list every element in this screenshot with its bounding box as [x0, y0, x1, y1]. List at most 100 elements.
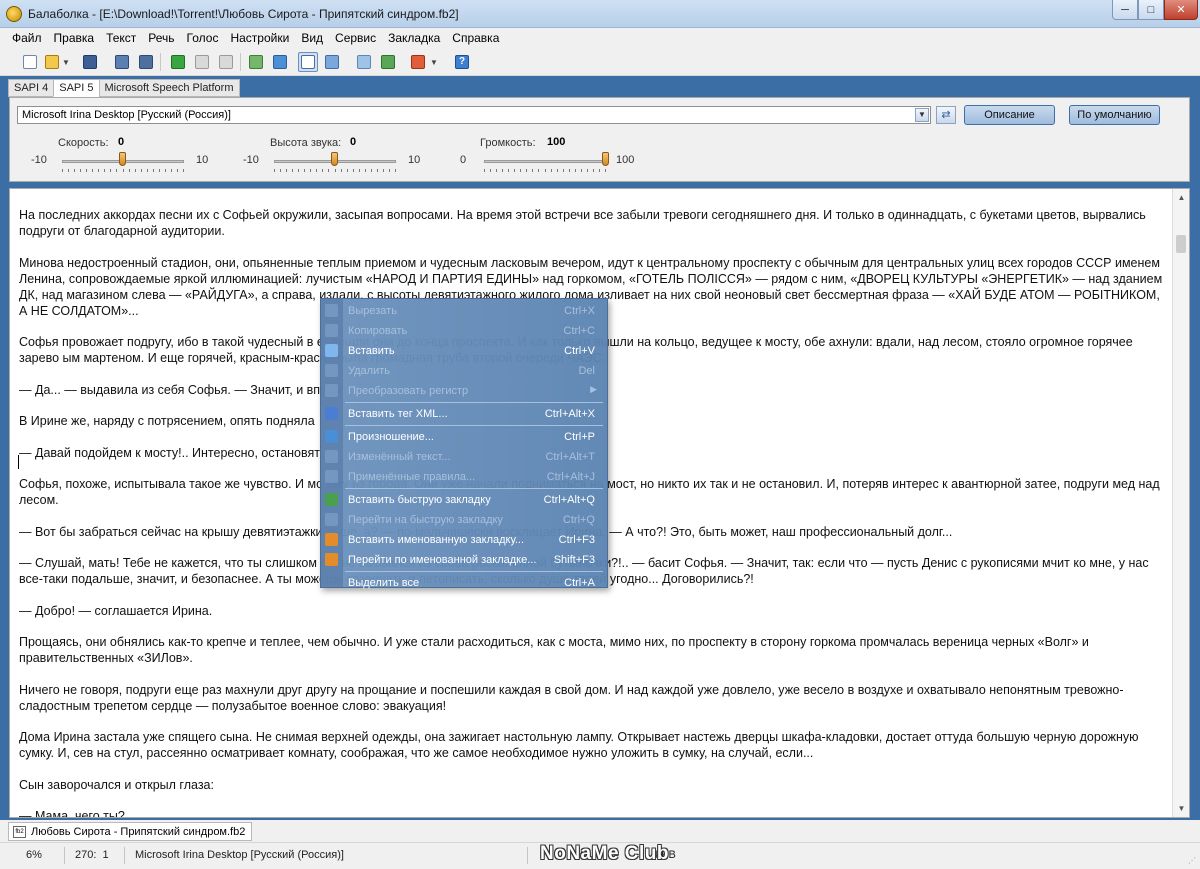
pitch-thumb[interactable] [331, 152, 338, 166]
text-view-icon[interactable] [298, 52, 318, 72]
xml-tag-icon [325, 407, 338, 420]
slider-tick [340, 169, 342, 172]
menu-settings[interactable]: Настройки [224, 28, 295, 48]
text-cursor [18, 455, 19, 469]
clipboard-speak-icon[interactable] [270, 52, 290, 72]
context-menu-item[interactable]: Произношение... Ctrl+P [321, 427, 607, 447]
slider-tick [310, 169, 312, 172]
vertical-scrollbar[interactable]: ▲ ▼ [1172, 189, 1189, 817]
save-mp3-icon[interactable] [136, 52, 156, 72]
slider-tick [170, 169, 172, 172]
tab-sapi4[interactable]: SAPI 4 [8, 79, 55, 97]
context-menu-item[interactable]: Вставить быструю закладку Ctrl+Alt+Q [321, 490, 607, 510]
volume-thumb[interactable] [602, 152, 609, 166]
describe-button[interactable]: Описание [964, 105, 1055, 125]
menu-bookmark[interactable]: Закладка [382, 28, 446, 48]
menu-text[interactable]: Текст [100, 28, 142, 48]
bookmark-icon[interactable] [378, 52, 398, 72]
tab-sapi5[interactable]: SAPI 5 [53, 79, 100, 97]
context-menu-separator [345, 425, 603, 426]
dropdown-arrow-icon[interactable]: ▼ [60, 52, 72, 72]
menu-view[interactable]: Вид [295, 28, 329, 48]
menu-voice[interactable]: Голос [181, 28, 225, 48]
context-menu-label: Вставить тег XML... [348, 408, 448, 420]
paragraph: — Добро! — соглашается Ирина. [19, 603, 213, 618]
paragraph: Прощаясь, они обнялись как-то крепче и т… [19, 635, 1089, 665]
default-button[interactable]: По умолчанию [1069, 105, 1160, 125]
volume-track[interactable] [484, 160, 606, 163]
menu-tools[interactable]: Сервис [329, 28, 382, 48]
close-button[interactable]: ✕ [1164, 0, 1198, 20]
save-icon[interactable] [80, 52, 100, 72]
document-tab[interactable]: fb2 Любовь Сирота - Припятский синдром.f… [8, 822, 253, 841]
resize-grip-icon[interactable]: ⋰ [1188, 856, 1196, 865]
voice-select[interactable]: Microsoft Irina Desktop [Русский (Россия… [17, 106, 931, 124]
stop-icon[interactable] [216, 52, 236, 72]
volume-value: 100 [547, 136, 566, 148]
context-menu-item[interactable]: Применённые правила... Ctrl+Alt+J [321, 467, 607, 487]
pause-icon[interactable] [192, 52, 212, 72]
paragraph: Сын заворочался и открыл глаза: [19, 777, 214, 792]
slider-tick [280, 169, 282, 172]
context-menu-label: Изменённый текст... [348, 451, 451, 463]
context-menu-shortcut: Ctrl+X [564, 305, 595, 317]
rate-min: -10 [31, 154, 47, 166]
menu-bar: Файл Правка Текст Речь Голос Настройки В… [0, 28, 1200, 48]
context-menu-shortcut: Ctrl+Alt+T [545, 451, 595, 463]
menu-help[interactable]: Справка [446, 28, 505, 48]
rate-value: 0 [118, 136, 125, 148]
context-menu-item[interactable]: Перейти по именованной закладке... Shift+… [321, 550, 607, 570]
case-icon [325, 384, 338, 397]
context-menu-item[interactable]: Удалить Del [321, 361, 607, 381]
context-menu-item[interactable]: Перейти на быструю закладку Ctrl+Q [321, 510, 607, 530]
voice-icon[interactable] [408, 52, 428, 72]
menu-edit[interactable]: Правка [48, 28, 101, 48]
context-menu-shortcut: Ctrl+Alt+J [546, 471, 595, 483]
context-menu-shortcut: Ctrl+Alt+X [544, 408, 595, 420]
play-icon[interactable] [168, 52, 188, 72]
context-menu-item[interactable]: Вставить Ctrl+V [321, 341, 607, 361]
scroll-thumb[interactable] [1176, 235, 1186, 253]
scroll-down-icon[interactable]: ▼ [1173, 800, 1189, 817]
paragraph: На последних аккордах песни их с Софьей … [19, 208, 1146, 238]
menu-file[interactable]: Файл [6, 28, 48, 48]
context-menu: Вырезать Ctrl+X Копировать Ctrl+C Вставить Ct… [320, 298, 608, 589]
context-menu-item[interactable]: Вставить именованную закладку... Ctrl+F3 [321, 530, 607, 550]
new-file-icon[interactable] [20, 52, 40, 72]
maximize-button[interactable]: □ [1138, 0, 1164, 20]
clipboard-read-icon[interactable] [246, 52, 266, 72]
context-menu-item[interactable]: Преобразовать регистр ▶ [321, 381, 607, 401]
chevron-down-icon[interactable]: ▼ [915, 108, 929, 122]
engine-tabs: SAPI 4 SAPI 5 Microsoft Speech Platform [8, 79, 240, 97]
refresh-voice-button[interactable]: ⇄ [936, 106, 956, 124]
slider-tick [316, 169, 318, 172]
minimize-button[interactable]: ─ [1112, 0, 1138, 20]
cut-icon [325, 304, 338, 317]
slider-tick [292, 169, 294, 172]
slider-tick [568, 169, 570, 172]
slider-tick [328, 169, 330, 172]
context-menu-separator [345, 402, 603, 403]
context-menu-item[interactable]: Вставить тег XML... Ctrl+Alt+X [321, 404, 607, 424]
menu-speech[interactable]: Речь [142, 28, 180, 48]
split-icon[interactable] [322, 52, 342, 72]
context-menu-item[interactable]: Вырезать Ctrl+X [321, 301, 607, 321]
tab-speech-platform[interactable]: Microsoft Speech Platform [98, 79, 240, 97]
slider-tick [334, 169, 336, 172]
help-icon[interactable]: ? [452, 52, 472, 72]
context-menu-item[interactable]: Копировать Ctrl+C [321, 321, 607, 341]
context-menu-item[interactable]: Выделить все Ctrl+A [321, 573, 607, 593]
slider-tick [346, 169, 348, 172]
slider-tick [286, 169, 288, 172]
context-menu-item[interactable]: Изменённый текст... Ctrl+Alt+T [321, 447, 607, 467]
rate-thumb[interactable] [119, 152, 126, 166]
slider-tick [388, 169, 390, 172]
compare-icon[interactable] [354, 52, 374, 72]
open-folder-icon[interactable] [42, 52, 62, 72]
watermark-logo: NoNaMe Club [540, 843, 669, 864]
scroll-up-icon[interactable]: ▲ [1173, 189, 1189, 206]
save-audio-icon[interactable] [112, 52, 132, 72]
slider-tick [502, 169, 504, 172]
voice-dropdown-icon[interactable]: ▼ [428, 52, 440, 72]
slider-tick [580, 169, 582, 172]
